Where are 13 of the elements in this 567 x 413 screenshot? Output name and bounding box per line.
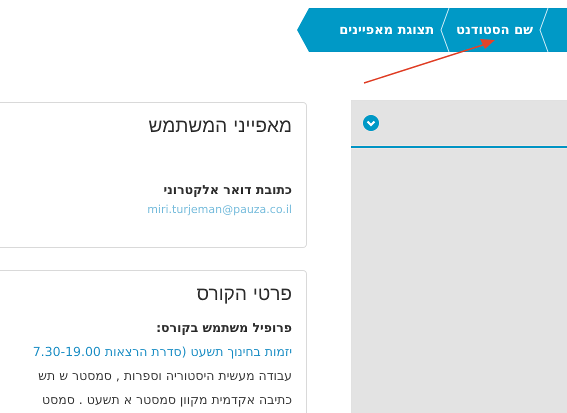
- course-link[interactable]: יזמות בחינוך תשעט (סדרת הרצאות 7.30-19.00: [32, 344, 292, 359]
- chevron-down-icon[interactable]: [363, 115, 379, 131]
- breadcrumb-link[interactable]: תצוגת מאפיינים: [333, 22, 440, 38]
- email-link[interactable]: miri.turjeman@pauza.co.il: [147, 203, 292, 216]
- field-label: כתובת דואר אלקטרוני: [163, 182, 292, 197]
- chevron-separator: [539, 8, 549, 52]
- breadcrumb-link[interactable]: שם הסטודנט: [450, 22, 539, 38]
- field-label: פרופיל משתמש בקורס:: [156, 320, 292, 335]
- card-title: פרטי הקורס: [196, 283, 292, 306]
- course-text: עבודה מעשית היסטוריה וספרות , סמסטר ש תש: [38, 368, 292, 383]
- course-text: כתיבה אקדמית מקוון סמסטר א תשעט . סמסט: [42, 392, 292, 407]
- card-title: מאפייני המשתמש: [148, 115, 292, 138]
- chevron-separator: [440, 8, 450, 52]
